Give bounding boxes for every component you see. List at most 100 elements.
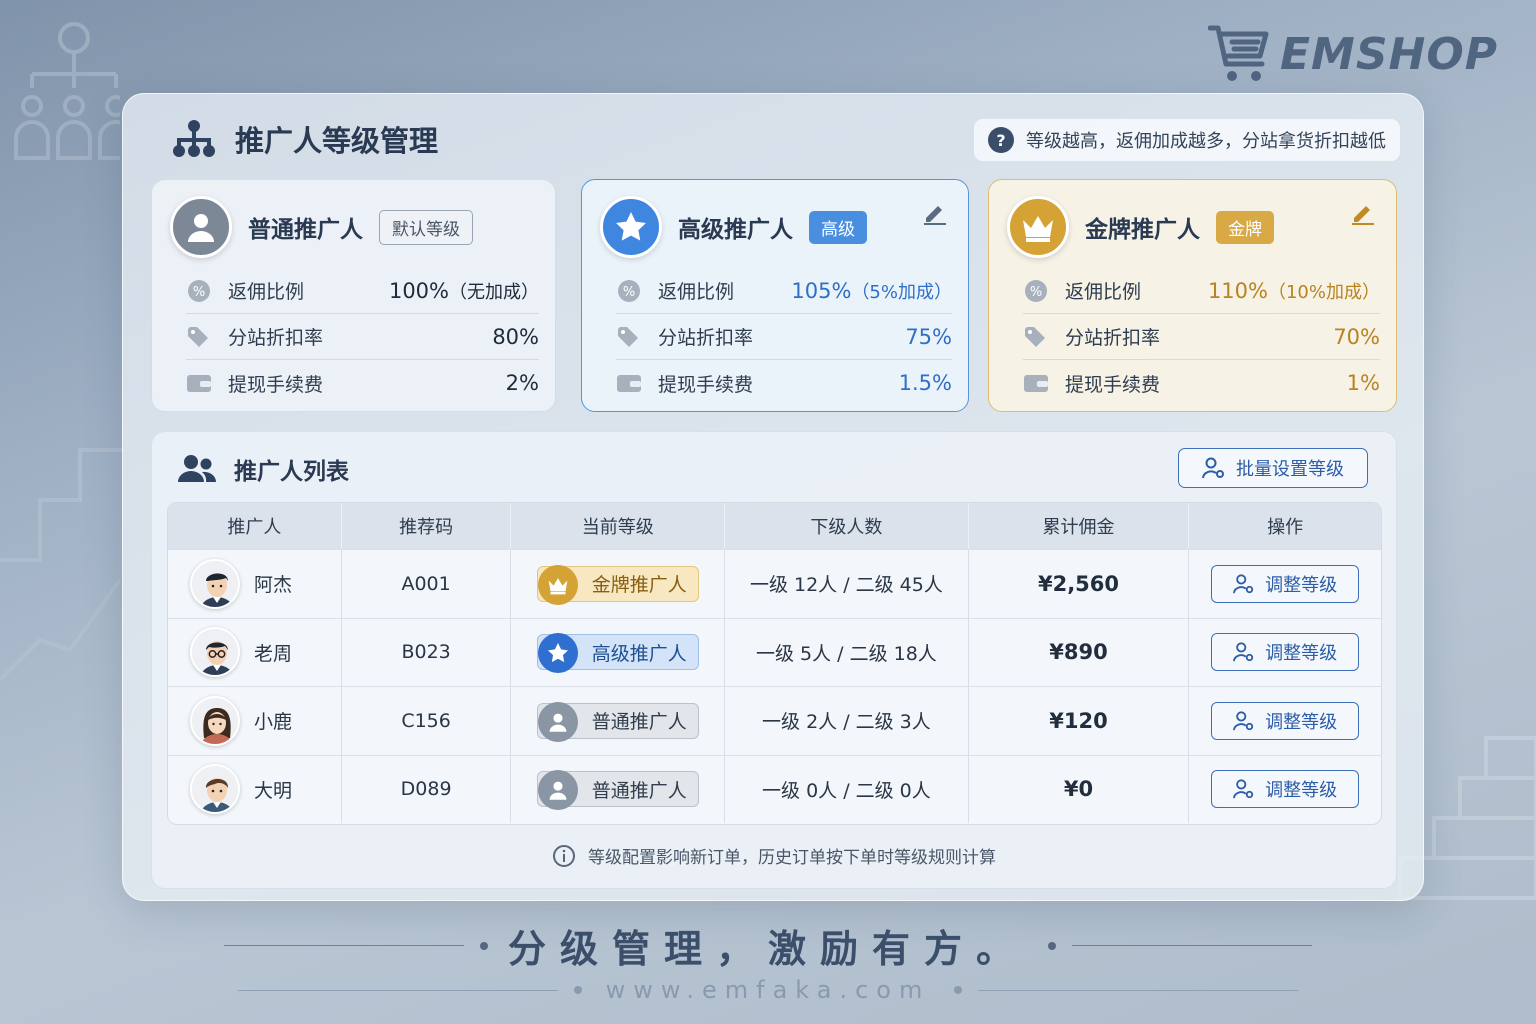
level-card-gold[interactable]: 金牌推广人 金牌 % 返佣比例 110%（10%加成） 分站折扣率 70% 提现… <box>988 179 1397 412</box>
level-hint: ? 等级越高，返佣加成越多，分站拿货折扣越低 <box>973 118 1401 162</box>
referral-code: D089 <box>342 755 512 823</box>
row-label: 提现手续费 <box>228 373 324 396</box>
level-card-normal[interactable]: 普通推广人 默认等级 % 返佣比例 100%（无加成） 分站折扣率 80% 提现… <box>151 179 556 412</box>
tag-icon <box>186 324 212 350</box>
avatar <box>190 695 240 746</box>
subordinate-count: 一级 5人 / 二级 18人 <box>725 618 969 686</box>
footnote-text: 等级配置影响新订单，历史订单按下单时等级规则计算 <box>588 848 996 868</box>
level-card-advanced[interactable]: 高级推广人 高级 % 返佣比例 105%（5%加成） 分站折扣率 75% 提现手… <box>581 179 969 412</box>
user-settings-icon <box>1233 574 1254 594</box>
panel-header: 推广人等级管理 <box>171 118 438 160</box>
stairs-deco-icon <box>0 448 125 682</box>
batch-button-label: 批量设置等级 <box>1236 459 1344 480</box>
withdraw-fee-row: 提现手续费 1% <box>1023 360 1380 406</box>
url-text: www.emfaka.com <box>605 976 931 1004</box>
row-label: 返佣比例 <box>1065 281 1142 303</box>
user-icon <box>170 196 232 258</box>
percent-icon: % <box>1023 278 1049 304</box>
percent-icon: % <box>616 278 642 304</box>
tag-icon <box>616 324 642 350</box>
user-settings-icon <box>1233 642 1254 662</box>
total-commission: ¥890 <box>969 618 1190 686</box>
total-commission: ¥0 <box>969 755 1190 823</box>
level-pill-gold: 金牌推广人 <box>536 564 699 605</box>
list-title: 推广人列表 <box>234 459 349 485</box>
hint-text: 等级越高，返佣加成越多，分站拿货折扣越低 <box>1026 131 1386 152</box>
row-value: 1.5% <box>898 371 952 395</box>
svg-text:%: % <box>193 285 205 300</box>
level-name: 普通推广人 <box>248 217 363 243</box>
brand-name: EMSHOP <box>1279 28 1498 80</box>
discount-rate-row: 分站折扣率 70% <box>1023 314 1380 360</box>
table-row: 老周 B023 高级推广人 一级 5人 / 二级 18人 ¥890 调整等级 <box>168 617 1381 686</box>
promoter-name: 老周 <box>254 642 293 665</box>
level-management-panel: 推广人等级管理 ? 等级越高，返佣加成越多，分站拿货折扣越低 普通推广人 默认等… <box>122 93 1424 901</box>
discount-rate-row: 分站折扣率 80% <box>186 314 539 360</box>
promoter-list-card: 推广人列表 批量设置等级 推广人 推荐码 当前等级 下级人数 累计佣金 操作 阿… <box>151 431 1397 889</box>
wallet-icon <box>186 370 212 396</box>
table-row: 阿杰 A001 金牌推广人 一级 12人 / 二级 45人 ¥2,560 调整等… <box>168 549 1381 618</box>
row-label: 提现手续费 <box>658 373 754 396</box>
subordinate-count: 一级 2人 / 二级 3人 <box>725 687 969 755</box>
row-label: 返佣比例 <box>228 281 305 303</box>
table-row: 小鹿 C156 普通推广人 一级 2人 / 二级 3人 ¥120 调整等级 <box>168 686 1381 755</box>
row-value: 80% <box>492 324 539 349</box>
edit-pencil-icon[interactable] <box>922 200 948 230</box>
table-row: 大明 D089 普通推广人 一级 0人 / 二级 0人 ¥0 调整等级 <box>168 754 1381 823</box>
user-icon <box>537 701 578 742</box>
withdraw-fee-row: 提现手续费 1.5% <box>616 360 952 406</box>
crown-icon <box>537 564 578 605</box>
row-label: 分站折扣率 <box>1065 327 1161 349</box>
avatar <box>190 558 240 609</box>
column-header: 下级人数 <box>725 503 969 549</box>
level-pill-normal: 普通推广人 <box>536 701 699 742</box>
row-label: 返佣比例 <box>658 281 735 303</box>
withdraw-fee-row: 提现手续费 2% <box>186 360 539 406</box>
column-header: 推荐码 <box>342 503 512 549</box>
website-url: www.emfaka.com <box>0 976 1536 1004</box>
commission-rate-row: % 返佣比例 100%（无加成） <box>186 268 539 314</box>
avatar <box>190 627 240 678</box>
promoter-table: 推广人 推荐码 当前等级 下级人数 累计佣金 操作 阿杰 A001 金牌推广人 … <box>167 502 1382 825</box>
adjust-level-button[interactable]: 调整等级 <box>1211 564 1360 603</box>
batch-set-level-button[interactable]: 批量设置等级 <box>1178 448 1368 488</box>
commission-rate-row: % 返佣比例 110%（10%加成） <box>1023 268 1380 314</box>
svg-text:%: % <box>1030 285 1042 300</box>
avatar <box>190 764 240 815</box>
row-value: 2% <box>505 371 539 395</box>
brand-logo: EMSHOP <box>1207 24 1498 84</box>
info-icon <box>553 844 575 867</box>
advanced-level-badge: 高级 <box>809 210 867 244</box>
total-commission: ¥2,560 <box>969 550 1190 618</box>
discount-rate-row: 分站折扣率 75% <box>616 314 952 360</box>
column-header: 推广人 <box>168 503 342 549</box>
row-value: 1% <box>1346 371 1380 395</box>
table-header: 推广人 推荐码 当前等级 下级人数 累计佣金 操作 <box>168 503 1381 549</box>
hierarchy-icon <box>173 120 215 157</box>
gold-level-badge: 金牌 <box>1216 210 1274 244</box>
row-label: 分站折扣率 <box>228 327 324 349</box>
subordinate-count: 一级 12人 / 二级 45人 <box>725 550 969 618</box>
referral-code: A001 <box>342 550 512 618</box>
referral-code: C156 <box>342 687 512 755</box>
adjust-level-button[interactable]: 调整等级 <box>1211 633 1360 672</box>
org-chart-deco-icon <box>14 22 120 160</box>
promoter-name: 大明 <box>254 779 293 802</box>
referral-code: B023 <box>342 618 512 686</box>
svg-text:%: % <box>623 285 635 300</box>
star-icon <box>537 633 578 674</box>
users-icon <box>178 455 216 482</box>
adjust-level-button[interactable]: 调整等级 <box>1211 770 1360 809</box>
edit-pencil-icon[interactable] <box>1350 200 1376 230</box>
percent-icon: % <box>186 278 212 304</box>
adjust-level-button[interactable]: 调整等级 <box>1211 701 1360 740</box>
list-header: 推广人列表 <box>178 452 349 486</box>
star-icon <box>600 196 662 258</box>
row-value: 110%（10%加成） <box>1207 278 1380 303</box>
total-commission: ¥120 <box>969 687 1190 755</box>
wallet-icon <box>1023 370 1049 396</box>
user-settings-icon <box>1233 711 1254 731</box>
column-header: 当前等级 <box>511 503 726 549</box>
subordinate-count: 一级 0人 / 二级 0人 <box>725 755 969 823</box>
question-icon: ? <box>988 127 1014 153</box>
